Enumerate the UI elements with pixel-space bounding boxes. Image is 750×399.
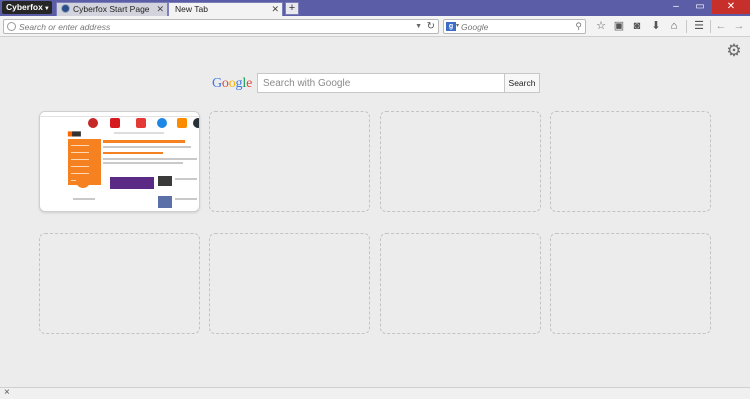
google-logo-letter: G [212,76,222,91]
toolbar-separator [686,20,687,33]
thumbnail-text-line [103,146,191,148]
empty-tile[interactable] [209,111,370,212]
thumbnail-banner [110,177,154,189]
google-search-button[interactable]: Search [504,73,540,93]
search-input[interactable] [461,20,571,33]
menu-icon[interactable]: ☰ [691,19,707,34]
address-input[interactable] [19,20,414,33]
empty-tile[interactable] [550,233,711,334]
maximize-button[interactable]: ▭ [688,0,712,14]
chevron-down-icon[interactable]: ▾ [456,20,459,33]
tab-label: Cyberfox Start Page [73,4,150,14]
google-logo-letter: o [228,76,236,91]
empty-tile[interactable] [380,233,541,334]
toolbar-separator [710,20,711,33]
tab-strip: Cyberfox▼ Cyberfox Start Page ✕ New Tab … [0,0,750,16]
thumbnail-yandex-icon [110,118,120,128]
navigation-toolbar: ▼ ↻ g ▾ ⚲ ☆ ▣ ◙ ⬇ ⌂ ☰ ← → [0,16,750,37]
empty-tile[interactable] [209,233,370,334]
thumbnail-orange-icon [177,118,187,128]
google-logo: Google [212,76,252,92]
new-tab-page: ⚙ Google Search ▆▆▆ [0,38,750,387]
new-tab-button[interactable]: + [285,2,299,15]
empty-tile[interactable] [550,111,711,212]
tab-label: New Tab [175,4,208,14]
download-icon[interactable]: ⬇ [648,19,664,34]
thumbnail-blue-icon [157,118,167,128]
site-tile-thumbnail[interactable]: ▆▆▆ [39,111,200,212]
app-menu-label: Cyberfox [6,2,43,12]
back-icon[interactable]: ← [713,19,729,34]
reading-list-icon[interactable]: ▣ [611,19,627,34]
thumbnail-mascot [76,174,90,188]
close-tab-icon[interactable]: ✕ [156,3,164,16]
reload-icon[interactable]: ↻ [427,20,435,33]
thumbnail-text-line [103,162,183,164]
search-engine-icon[interactable]: g [446,22,456,31]
thumbnail-opera-icon [88,118,98,128]
bookmark-star-icon[interactable]: ☆ [593,19,609,34]
tab-new-tab[interactable]: New Tab ✕ [168,2,283,16]
thumbnail-heading [103,140,185,143]
close-tab-icon[interactable]: ✕ [271,3,279,16]
history-dropdown-icon[interactable]: ▼ [415,20,422,33]
thumbnail-text-line [103,158,197,160]
empty-tile[interactable] [380,111,541,212]
search-icon[interactable]: ⚲ [575,20,582,33]
google-logo-letter: o [221,76,229,91]
globe-icon [7,22,16,31]
window-controls: – ▭ ✕ [664,0,750,16]
gear-icon[interactable]: ⚙ [725,42,743,60]
thumbnail-search-line [114,132,164,134]
thumbnail-header [40,112,199,117]
thumbnail-subheading [103,152,163,154]
chevron-down-icon: ▼ [43,6,50,12]
tab-cyberfox-start-page[interactable]: Cyberfox Start Page ✕ [56,2,168,16]
close-window-button[interactable]: ✕ [712,0,750,14]
thumbnail-image [158,176,172,186]
google-search-field[interactable] [257,73,504,93]
app-menu-button[interactable]: Cyberfox▼ [2,1,52,14]
thumbnail-dark-icon [193,118,199,128]
minimize-button[interactable]: – [664,0,688,14]
globe-icon [61,4,70,13]
forward-icon[interactable]: → [731,19,747,34]
home-icon[interactable]: ⌂ [666,19,682,34]
empty-tile[interactable] [39,233,200,334]
close-bar-icon[interactable]: × [4,387,10,398]
google-search-input[interactable] [258,74,504,92]
pocket-icon[interactable]: ◙ [629,19,645,34]
thumbnail-image [158,196,172,208]
address-bar[interactable]: ▼ ↻ [3,19,439,34]
thumbnail-text-line [175,178,197,180]
search-bar[interactable]: g ▾ ⚲ [443,19,586,34]
google-logo-letter: e [246,76,253,91]
thumbnail-text-line [73,198,95,200]
thumbnail-mail-icon [136,118,146,128]
thumbnail-site-logo: ▆▆▆ [68,131,81,137]
status-bar: × [0,387,750,399]
thumbnail-text-line [175,198,197,200]
